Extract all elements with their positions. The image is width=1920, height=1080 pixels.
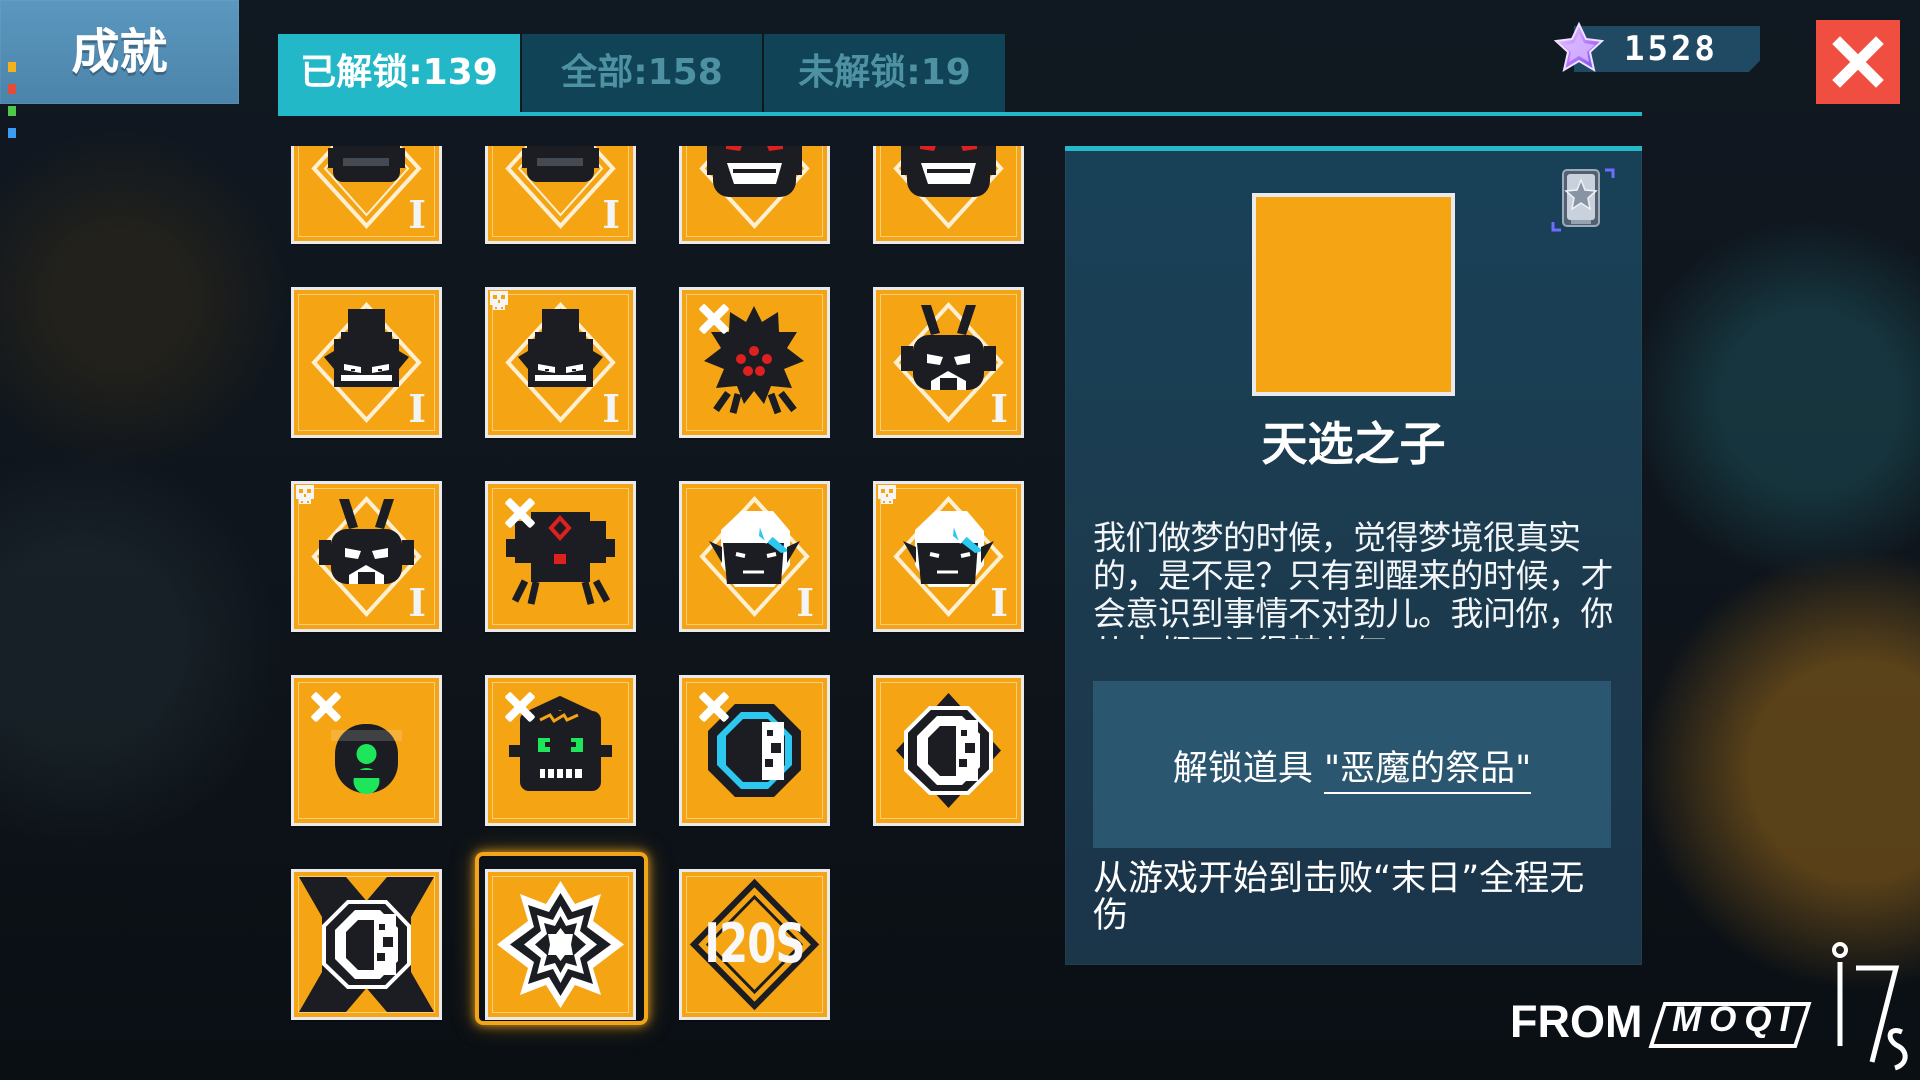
white-coin-x-icon bbox=[299, 877, 434, 1012]
achievement-tile[interactable]: I bbox=[679, 481, 830, 632]
achievement-tile[interactable] bbox=[291, 869, 442, 1020]
locked-x-icon bbox=[697, 302, 731, 336]
unlock-reward-line: 解锁道具 "恶魔的祭品" bbox=[1093, 740, 1611, 794]
watermark-from: FROM bbox=[1510, 996, 1643, 1047]
unlock-reward-box: 解锁道具 "恶魔的祭品" bbox=[1093, 681, 1611, 848]
currency-display: 1528 bbox=[1550, 21, 1762, 78]
side-indicator bbox=[8, 62, 18, 142]
locked-x-icon bbox=[309, 690, 343, 724]
achievement-condition: 从游戏开始到击败“末日”全程无伤 bbox=[1093, 859, 1585, 936]
achievement-grid-viewport[interactable]: I I I I I I I I I20S bbox=[280, 146, 1040, 1046]
locked-x-icon bbox=[697, 690, 731, 724]
watermark-brand: MOQI bbox=[1672, 1000, 1798, 1039]
achievement-tile[interactable]: I bbox=[485, 287, 636, 438]
achievement-tile[interactable] bbox=[873, 675, 1024, 826]
indicator-green bbox=[8, 106, 16, 116]
skull-icon bbox=[490, 291, 508, 310]
red-eyed-robot-icon bbox=[893, 146, 1004, 229]
achievement-tile[interactable]: I bbox=[485, 146, 636, 244]
red-eyed-robot-icon bbox=[699, 146, 810, 229]
achievement-number-label: I20S bbox=[704, 912, 805, 975]
achievement-tier: I bbox=[602, 386, 620, 431]
tab-unlocked[interactable]: 已解锁:139 bbox=[278, 34, 520, 112]
achievement-story-scroll[interactable]: 我们做梦的时候，觉得梦境很真实的，是不是？只有到醒来的时候，才会意识到事情不对劲… bbox=[1093, 519, 1613, 639]
achievement-tier: I bbox=[990, 386, 1008, 431]
achievement-tile[interactable]: I bbox=[291, 287, 442, 438]
achievement-title: 天选之子 bbox=[1261, 417, 1446, 471]
white-coin-diamond-icon bbox=[896, 693, 1001, 808]
achievement-tile[interactable]: I bbox=[873, 481, 1024, 632]
achievement-tile[interactable] bbox=[291, 675, 442, 826]
achievement-tile[interactable] bbox=[485, 481, 636, 632]
achievement-tier: I bbox=[990, 580, 1008, 625]
close-icon bbox=[1832, 36, 1884, 88]
watermark-brand-frame bbox=[1648, 1002, 1812, 1048]
star-gem-icon bbox=[1553, 21, 1605, 73]
achievement-tile[interactable]: I bbox=[873, 287, 1024, 438]
details-top-line bbox=[1065, 146, 1642, 151]
achievement-tile[interactable]: I bbox=[291, 146, 442, 244]
achievement-story: 我们做梦的时候，觉得梦境很真实的，是不是？只有到醒来的时候，才会意识到事情不对劲… bbox=[1093, 519, 1613, 639]
section-title-tab: 成就 bbox=[0, 0, 239, 104]
selected-achievement-frame bbox=[1252, 193, 1455, 396]
achievement-tier: I bbox=[408, 580, 426, 625]
skull-icon bbox=[878, 485, 896, 504]
skull-icon bbox=[296, 485, 314, 504]
currency-value: 1528 bbox=[1624, 29, 1718, 69]
achievement-tile[interactable] bbox=[679, 287, 830, 438]
achievement-tile[interactable] bbox=[679, 675, 830, 826]
locked-x-icon bbox=[503, 496, 537, 530]
achievement-tier: I bbox=[602, 192, 620, 237]
indicator-blue bbox=[8, 128, 16, 138]
achievement-tile[interactable]: I20S bbox=[679, 869, 830, 1020]
tab-locked[interactable]: 未解锁:19 bbox=[764, 34, 1005, 112]
unlock-prefix: 解锁道具 bbox=[1172, 749, 1313, 789]
achievement-tile[interactable] bbox=[485, 869, 636, 1020]
achievement-tile[interactable] bbox=[873, 146, 1024, 244]
watermark-logo-icon bbox=[1832, 942, 1908, 1071]
achievement-tile[interactable] bbox=[679, 146, 830, 244]
silver-star-badge-icon bbox=[1551, 168, 1615, 232]
page-title: 成就 bbox=[71, 24, 168, 80]
achievement-tile[interactable]: I bbox=[291, 481, 442, 632]
indicator-yellow bbox=[8, 62, 16, 72]
selected-achievement-icon bbox=[1252, 193, 1455, 396]
achievement-tile[interactable] bbox=[485, 675, 636, 826]
eight-point-star-icon bbox=[497, 881, 624, 1008]
achievement-tabs: 已解锁:139 全部:158 未解锁:19 bbox=[278, 34, 1642, 116]
achievement-tier: I bbox=[408, 386, 426, 431]
locked-x-icon bbox=[503, 690, 537, 724]
close-button[interactable] bbox=[1816, 20, 1900, 104]
achievements-screen: 成就 已解锁:139 全部:158 未解锁:19 1528 I I I I I … bbox=[0, 0, 1920, 1080]
achievement-tier: I bbox=[408, 192, 426, 237]
tab-all[interactable]: 全部:158 bbox=[522, 34, 762, 112]
indicator-red bbox=[8, 84, 16, 94]
achievement-details-panel: 天选之子 我们做梦的时候，觉得梦境很真实的，是不是？只有到醒来的时候，才会意识到… bbox=[1065, 146, 1642, 965]
achievement-tier: I bbox=[796, 580, 814, 625]
unlock-item-link[interactable]: "恶魔的祭品" bbox=[1323, 740, 1532, 794]
tabs-underline bbox=[278, 112, 1642, 116]
